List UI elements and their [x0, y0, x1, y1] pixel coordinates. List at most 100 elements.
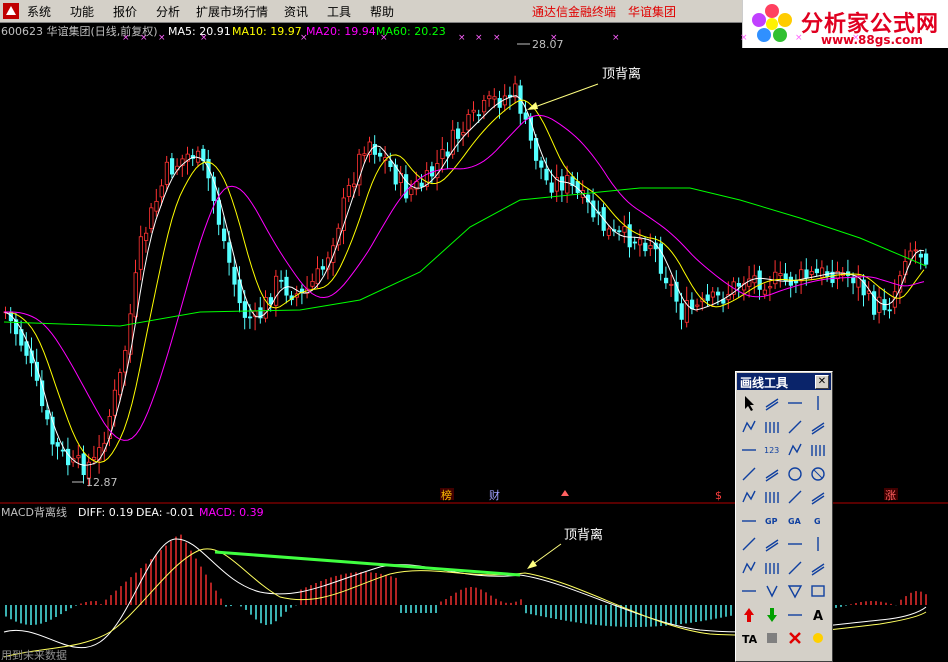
tool-text-ta-icon[interactable]: TA [739, 628, 759, 648]
tool-parallel-icon[interactable] [785, 440, 805, 460]
tool-text-a-icon[interactable]: A [808, 605, 828, 625]
price-header-ma5: MA5: 20.91 [168, 25, 231, 38]
tool-wave4-icon[interactable] [808, 487, 828, 507]
candle-body [591, 200, 596, 218]
candle-body [227, 242, 232, 263]
tool-seg-icon[interactable] [739, 417, 759, 437]
tool-paint-icon[interactable] [762, 628, 782, 648]
tool-wave-icon[interactable] [739, 487, 759, 507]
future-data-note: 用到未来数据 [1, 648, 67, 660]
tool-arc-icon[interactable] [762, 464, 782, 484]
candle-body [658, 243, 664, 274]
tool-tri-icon[interactable] [785, 581, 805, 601]
marker-zhang: 涨 [885, 489, 896, 502]
candle-body [539, 160, 544, 168]
tool-circle-x-icon[interactable] [808, 464, 828, 484]
tool-gp-icon[interactable]: GP [762, 511, 782, 531]
tool-cursor-icon[interactable] [739, 393, 759, 413]
price-header-ma10: MA10: 19.97 [232, 25, 302, 38]
candle-body [669, 283, 674, 286]
star-marker: × [158, 33, 166, 43]
candle-body [76, 455, 81, 459]
candle-body [92, 456, 97, 460]
menu-item-function[interactable]: 功能 [70, 3, 94, 20]
tool-hline-icon[interactable] [762, 417, 782, 437]
candle-body [133, 272, 138, 318]
price-divergence-arrow-line [531, 83, 599, 109]
candle-body [851, 277, 856, 284]
tool-del-icon[interactable] [785, 628, 805, 648]
tool-wave2-icon[interactable] [762, 487, 782, 507]
tool-arrow-ray-icon[interactable] [808, 393, 828, 413]
tool-bars1-icon[interactable] [739, 558, 759, 578]
tool-hseg-icon[interactable] [785, 417, 805, 437]
tool-text123-icon[interactable]: 123 [762, 440, 782, 460]
tool-vline2-icon[interactable] [739, 464, 759, 484]
candle-body [617, 230, 622, 233]
menu-item-quote[interactable]: 报价 [113, 3, 137, 20]
menu-item-system[interactable]: 系统 [27, 3, 51, 20]
macd-divergence-arrow-line [531, 543, 562, 566]
candle-body [648, 245, 653, 250]
candle-body [60, 449, 66, 452]
marker-bang: 榜 [441, 488, 452, 502]
tool-fib2-icon[interactable] [762, 534, 782, 554]
tool-line-icon[interactable] [762, 393, 782, 413]
toolbox-close-button[interactable]: ✕ [815, 375, 829, 389]
tool-light-icon[interactable] [808, 628, 828, 648]
tool-rect-icon[interactable] [808, 581, 828, 601]
terminal-name: 通达信金融终端 [532, 5, 617, 19]
candle-body [362, 153, 367, 156]
tool-ga-icon[interactable]: GA [785, 511, 805, 531]
tool-bars3-icon[interactable] [785, 558, 805, 578]
candle-body [221, 228, 227, 242]
tool-fib4-icon[interactable] [808, 534, 828, 554]
tool-up-arrow-icon[interactable] [739, 605, 759, 625]
tool-dot-icon[interactable] [739, 440, 759, 460]
candle-body [705, 294, 710, 301]
candle-body [242, 301, 247, 318]
tool-bars4-icon[interactable] [808, 558, 828, 578]
candle-body [440, 148, 445, 159]
tool-bars2-icon[interactable] [762, 558, 782, 578]
drawing-toolbox[interactable]: 画线工具 ✕ 123 GP GA G A TA [735, 371, 833, 662]
tool-wave5-icon[interactable] [739, 511, 759, 531]
tool-fib1-icon[interactable] [739, 534, 759, 554]
star-marker: × [795, 33, 803, 43]
tool-left-arrow-icon[interactable] [785, 605, 805, 625]
menu-item-help[interactable]: 帮助 [370, 3, 394, 20]
menu-item-analysis[interactable]: 分析 [156, 3, 180, 20]
candle-body [273, 275, 279, 306]
tool-g-icon[interactable]: G [808, 511, 828, 531]
candle-body [195, 150, 201, 163]
tool-vline-icon[interactable] [808, 417, 828, 437]
menu-item-news[interactable]: 资讯 [284, 3, 308, 20]
tool-down-icon[interactable] [762, 581, 782, 601]
candle-body [513, 83, 518, 98]
tool-circle-icon[interactable] [785, 464, 805, 484]
tool-wave3-icon[interactable] [785, 487, 805, 507]
tool-fib3-icon[interactable] [785, 534, 805, 554]
svg-text:A: A [813, 609, 823, 624]
candle-body [492, 96, 497, 100]
tool-ray-icon[interactable] [785, 393, 805, 413]
tool-down-arrow-icon[interactable] [762, 605, 782, 625]
toolbox-titlebar[interactable]: 画线工具 ✕ [737, 373, 831, 390]
tool-channel-icon[interactable] [808, 440, 828, 460]
tool-gann-icon[interactable] [739, 581, 759, 601]
candle-body [549, 182, 554, 193]
candle-body [346, 185, 352, 197]
candle-body [481, 99, 487, 113]
stock-name-tab[interactable]: 华谊集团 [628, 3, 676, 20]
menu-item-extended-market[interactable]: 扩展市场行情 [196, 3, 268, 20]
candle-body [804, 269, 809, 279]
marker-up-triangle-icon [561, 490, 569, 496]
candle-body [143, 232, 149, 241]
candle-body [710, 291, 716, 298]
candle-body [310, 281, 315, 287]
marker-cai: 财 [489, 488, 500, 502]
candle-body [169, 158, 175, 175]
candle-body [388, 160, 393, 167]
menu-item-tools[interactable]: 工具 [327, 3, 351, 20]
candle-body [315, 268, 320, 285]
